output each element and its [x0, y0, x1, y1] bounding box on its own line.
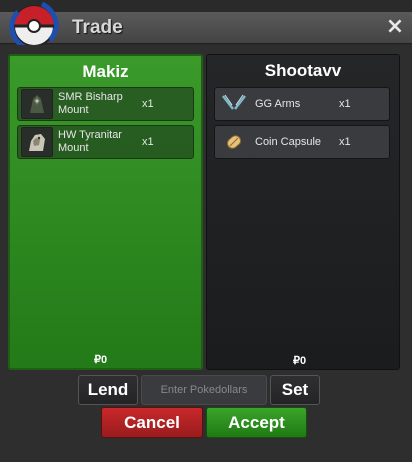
item-name: GG Arms — [255, 97, 301, 110]
item-name: HW Tyranitar Mount — [58, 129, 122, 154]
left-player-name: Makiz — [82, 62, 129, 81]
left-trade-panel: Makiz SMR Bisharp Mount x1 HW Tyranitar … — [8, 54, 203, 370]
left-money: ₽0 — [94, 354, 108, 366]
item-name: Coin Capsule — [255, 135, 322, 148]
accept-button[interactable]: Accept — [206, 407, 307, 438]
item-qty: x1 — [339, 136, 351, 148]
close-icon[interactable]: × — [384, 16, 406, 38]
item-qty: x1 — [339, 98, 351, 110]
pokedollars-input[interactable]: Enter Pokedollars — [141, 375, 267, 405]
left-item-2[interactable]: HW Tyranitar Mount x1 — [17, 125, 194, 159]
item-qty: x1 — [142, 136, 154, 148]
right-item-1[interactable]: GG Arms x1 — [214, 87, 390, 121]
right-player-name: Shootavv — [264, 61, 342, 80]
coin-capsule-icon — [218, 127, 250, 157]
left-item-1[interactable]: SMR Bisharp Mount x1 — [17, 87, 194, 121]
item-name: SMR Bisharp Mount — [58, 91, 123, 116]
tyranitar-mount-icon — [21, 127, 53, 157]
set-button[interactable]: Set — [270, 375, 320, 405]
right-trade-panel: Shootavv GG Arms x1 Coin Capsule x1 ₽0 — [206, 54, 400, 370]
gg-arms-icon — [218, 89, 250, 119]
right-money: ₽0 — [293, 355, 307, 367]
window-title: Trade — [72, 17, 123, 38]
right-item-2[interactable]: Coin Capsule x1 — [214, 125, 390, 159]
item-qty: x1 — [142, 98, 154, 110]
bisharp-mount-icon — [21, 89, 53, 119]
cancel-button[interactable]: Cancel — [101, 407, 203, 438]
lend-button[interactable]: Lend — [78, 375, 138, 405]
